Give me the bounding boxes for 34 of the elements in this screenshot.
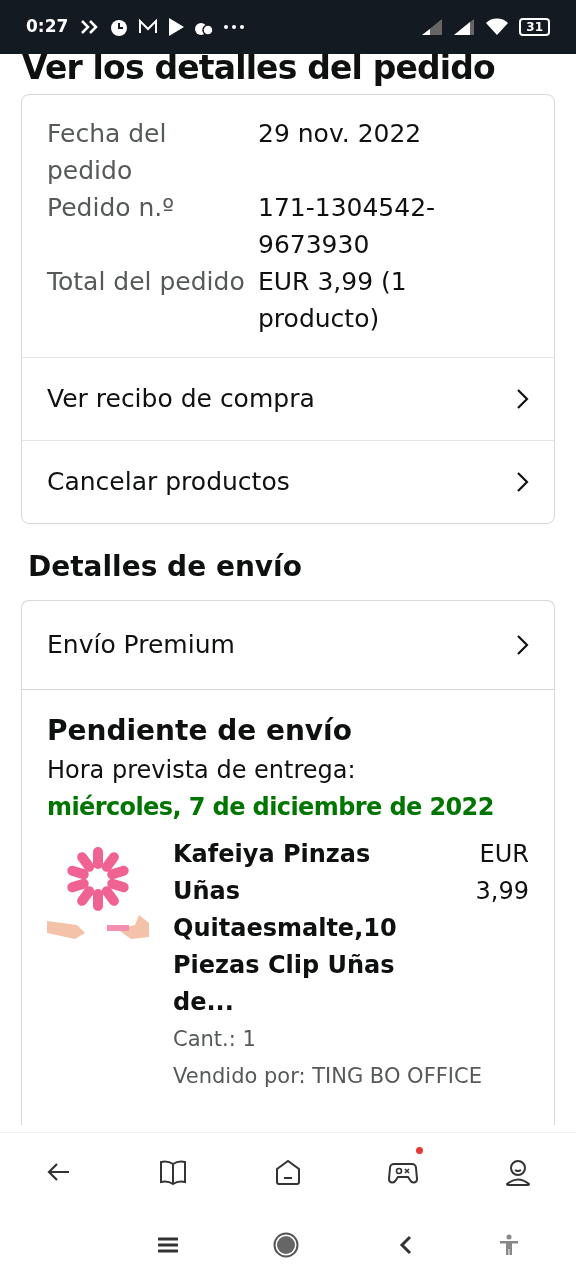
product-title: Kafeiya Pinzas Uñas Quitaesmalte,10 Piezas Clip Uñas de... <box>173 839 398 1018</box>
field-label: Pedido n.º <box>47 192 176 224</box>
wifi-icon <box>485 18 510 36</box>
more-icon <box>223 24 246 30</box>
battery-icon: 31 <box>519 18 550 36</box>
field-value: 29 nov. 2022 <box>258 118 423 150</box>
shipping-method-row[interactable]: Envío Premium <box>22 601 554 690</box>
seller-text: Vendido por: TING BO OFFICE <box>173 1063 483 1090</box>
chevron-right-icon <box>515 388 529 410</box>
link-row[interactable]: Ver recibo de compra <box>22 357 554 440</box>
field-value: EUR 3,99 (1 producto) <box>258 266 408 335</box>
field-value: 171-1304542-9673930 <box>258 192 437 261</box>
clock-time: 0:27 <box>26 15 69 39</box>
alarm-icon <box>109 17 130 37</box>
link-row[interactable]: Cancelar productos <box>22 440 554 523</box>
section-heading: Detalles de envío <box>28 549 303 585</box>
shipping-status: Pendiente de envío <box>47 713 353 749</box>
delivery-label: Hora prevista de entrega: <box>47 755 357 786</box>
delivery-date: miércoles, 7 de diciembre de 2022 <box>47 792 495 823</box>
signal-icon <box>421 18 444 36</box>
mail-icon <box>138 19 159 35</box>
field-label: Total del pedido <box>47 266 246 298</box>
play-icon <box>167 17 186 37</box>
field-label: Fecha del pedido <box>47 118 168 187</box>
page-title: Ver los detalles del pedido <box>22 54 496 86</box>
product-quantity: Cant.: 1 <box>173 1026 257 1053</box>
chevron-right-icon <box>515 471 529 493</box>
menu-icon[interactable] <box>158 1236 178 1254</box>
signal-icon <box>453 18 476 36</box>
accessibility-icon[interactable] <box>498 1234 520 1256</box>
home-button-icon[interactable] <box>273 1232 299 1258</box>
chevron-right-icon <box>515 634 529 656</box>
product-price: EUR 3,99 <box>474 839 529 907</box>
back-icon[interactable] <box>399 1235 413 1255</box>
